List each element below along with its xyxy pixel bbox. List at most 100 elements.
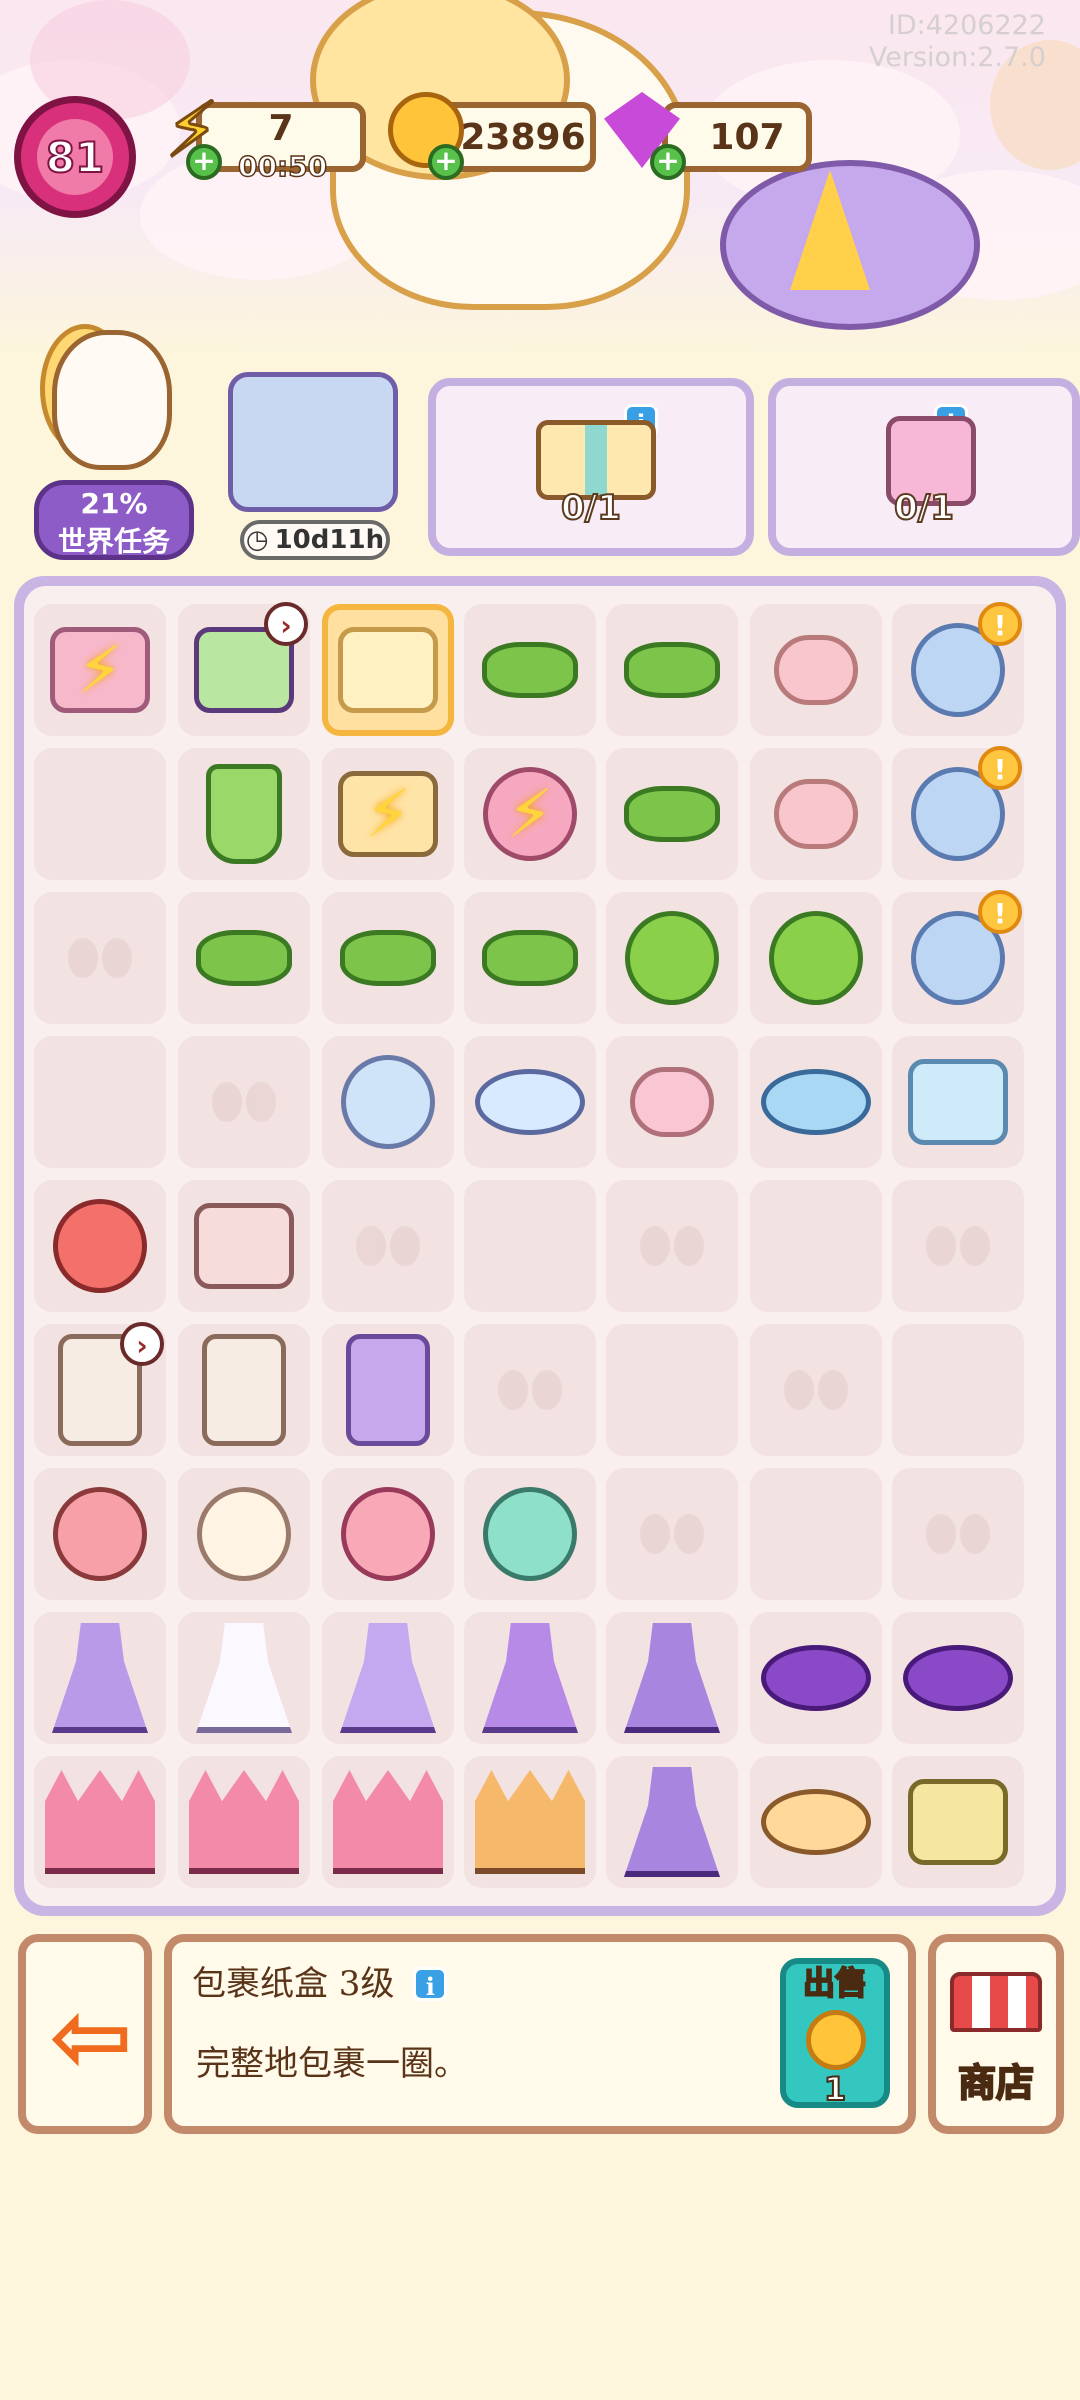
level-badge[interactable]: 81 (14, 96, 136, 218)
board-cell[interactable] (464, 1612, 596, 1744)
board-cell[interactable] (892, 1324, 1024, 1456)
cabinet-icon (202, 1334, 286, 1446)
order-count: 0/1 (893, 487, 955, 529)
bow-placeholder-icon (926, 1514, 990, 1554)
bow-placeholder-icon (212, 1082, 276, 1122)
board-cell[interactable] (34, 1180, 166, 1312)
board-cell[interactable] (34, 892, 166, 1024)
board-cell[interactable] (178, 1324, 310, 1456)
board-cell[interactable] (750, 892, 882, 1024)
board-cell[interactable] (178, 892, 310, 1024)
board-cell[interactable] (34, 1036, 166, 1168)
board-cell[interactable] (464, 1180, 596, 1312)
board-cell[interactable] (178, 748, 310, 880)
board-cell[interactable] (178, 1036, 310, 1168)
item-description: 完整地包裹一圈。 (196, 2044, 468, 2084)
player-id: ID:4206222 (887, 10, 1046, 41)
board-cell[interactable] (750, 1324, 882, 1456)
board-cell[interactable] (322, 892, 454, 1024)
bow-placeholder-icon (498, 1370, 562, 1410)
board-cell[interactable] (750, 1468, 882, 1600)
board-cell[interactable] (322, 1180, 454, 1312)
board-cell[interactable] (464, 1036, 596, 1168)
bow-placeholder-icon (640, 1514, 704, 1554)
board-cell[interactable]: › (178, 602, 310, 736)
item-info-icon[interactable]: i (413, 1967, 448, 2001)
green-candy-icon (482, 930, 578, 986)
unicorn-avatar-icon (52, 330, 172, 470)
board-cell[interactable] (750, 1612, 882, 1744)
board-cell[interactable] (464, 892, 596, 1024)
board-cell[interactable]: ⚡ (464, 748, 596, 880)
board-cell[interactable] (892, 1180, 1024, 1312)
board-cell[interactable] (322, 1612, 454, 1744)
board-cell[interactable] (750, 1036, 882, 1168)
red-hamster-icon (53, 1199, 147, 1293)
purple-dress-icon (482, 1623, 578, 1733)
board-cell[interactable] (34, 748, 166, 880)
board-cell[interactable]: ! (892, 602, 1024, 736)
add-gems-button[interactable]: + (650, 144, 686, 180)
exit-button[interactable]: ⇦ (18, 1934, 152, 2134)
purple-gown-icon (52, 1623, 148, 1733)
board-cell[interactable]: ! (892, 746, 1024, 880)
board-cell[interactable] (606, 1180, 738, 1312)
board-cell[interactable] (322, 604, 454, 736)
board-cell[interactable] (750, 748, 882, 880)
board-cell[interactable] (606, 1324, 738, 1456)
event-button[interactable]: ◷ 10d11h (220, 372, 400, 560)
order-card-gift-box[interactable]: i 0/1 (428, 378, 754, 556)
board-cell[interactable]: ⚡ (34, 604, 166, 736)
board-cell[interactable] (464, 604, 596, 736)
board-cell[interactable] (892, 1612, 1024, 1744)
board-cell[interactable]: ⚡ (322, 748, 454, 880)
board-cell[interactable] (750, 604, 882, 736)
bow-placeholder-icon (784, 1370, 848, 1410)
board-cell[interactable] (750, 1756, 882, 1888)
board-cell[interactable] (464, 1468, 596, 1600)
order-card-perfume[interactable]: i 0/1 (768, 378, 1080, 556)
board-cell[interactable] (606, 1468, 738, 1600)
board-cell[interactable] (34, 1468, 166, 1600)
hand-mirror-icon (341, 1055, 435, 1149)
add-energy-button[interactable]: + (186, 144, 222, 180)
board-cell[interactable] (178, 1180, 310, 1312)
board-cell[interactable] (178, 1468, 310, 1600)
board-grid: ⚡ ›! ⚡ ⚡!! › (24, 586, 1056, 1906)
energy-lock-icon: ⚡ (506, 775, 554, 853)
purple-jacket-icon (624, 1767, 720, 1877)
purple-skirt-icon (761, 1645, 871, 1711)
sheep-plush-icon (197, 1487, 291, 1581)
board-cell[interactable] (464, 1756, 596, 1888)
board-cell[interactable] (34, 1756, 166, 1888)
board-cell[interactable] (606, 1036, 738, 1168)
event-timer-text: 10d11h (274, 525, 385, 555)
board-cell[interactable] (606, 1756, 738, 1888)
board-cell[interactable] (606, 604, 738, 736)
lipstick-set-icon (346, 1334, 430, 1446)
add-coins-button[interactable]: + (428, 144, 464, 180)
board-cell[interactable] (606, 1612, 738, 1744)
board-cell[interactable] (178, 1756, 310, 1888)
board-cell[interactable]: ! (892, 890, 1024, 1024)
board-cell[interactable] (322, 1324, 454, 1456)
board-cell[interactable] (606, 892, 738, 1024)
green-candy-icon (340, 930, 436, 986)
board-cell[interactable] (892, 1468, 1024, 1600)
board-cell[interactable] (322, 1468, 454, 1600)
board-cell[interactable] (750, 1180, 882, 1312)
board-cell[interactable] (892, 1756, 1024, 1888)
board-cell[interactable] (178, 1612, 310, 1744)
board-cell[interactable] (322, 1036, 454, 1168)
board-cell[interactable] (606, 748, 738, 880)
shop-button[interactable]: 商店 (928, 1934, 1064, 2134)
board-cell[interactable] (322, 1756, 454, 1888)
board-cell[interactable] (892, 1036, 1024, 1168)
lilac-dress-icon (340, 1623, 436, 1733)
board-cell[interactable]: › (34, 1322, 166, 1456)
coin-value: 23896 (460, 116, 586, 158)
sell-button[interactable]: 出售 1 (780, 1958, 890, 2109)
board-cell[interactable] (34, 1612, 166, 1744)
board-cell[interactable] (464, 1324, 596, 1456)
world-task-button[interactable]: 21% 世界任务 (30, 324, 194, 560)
